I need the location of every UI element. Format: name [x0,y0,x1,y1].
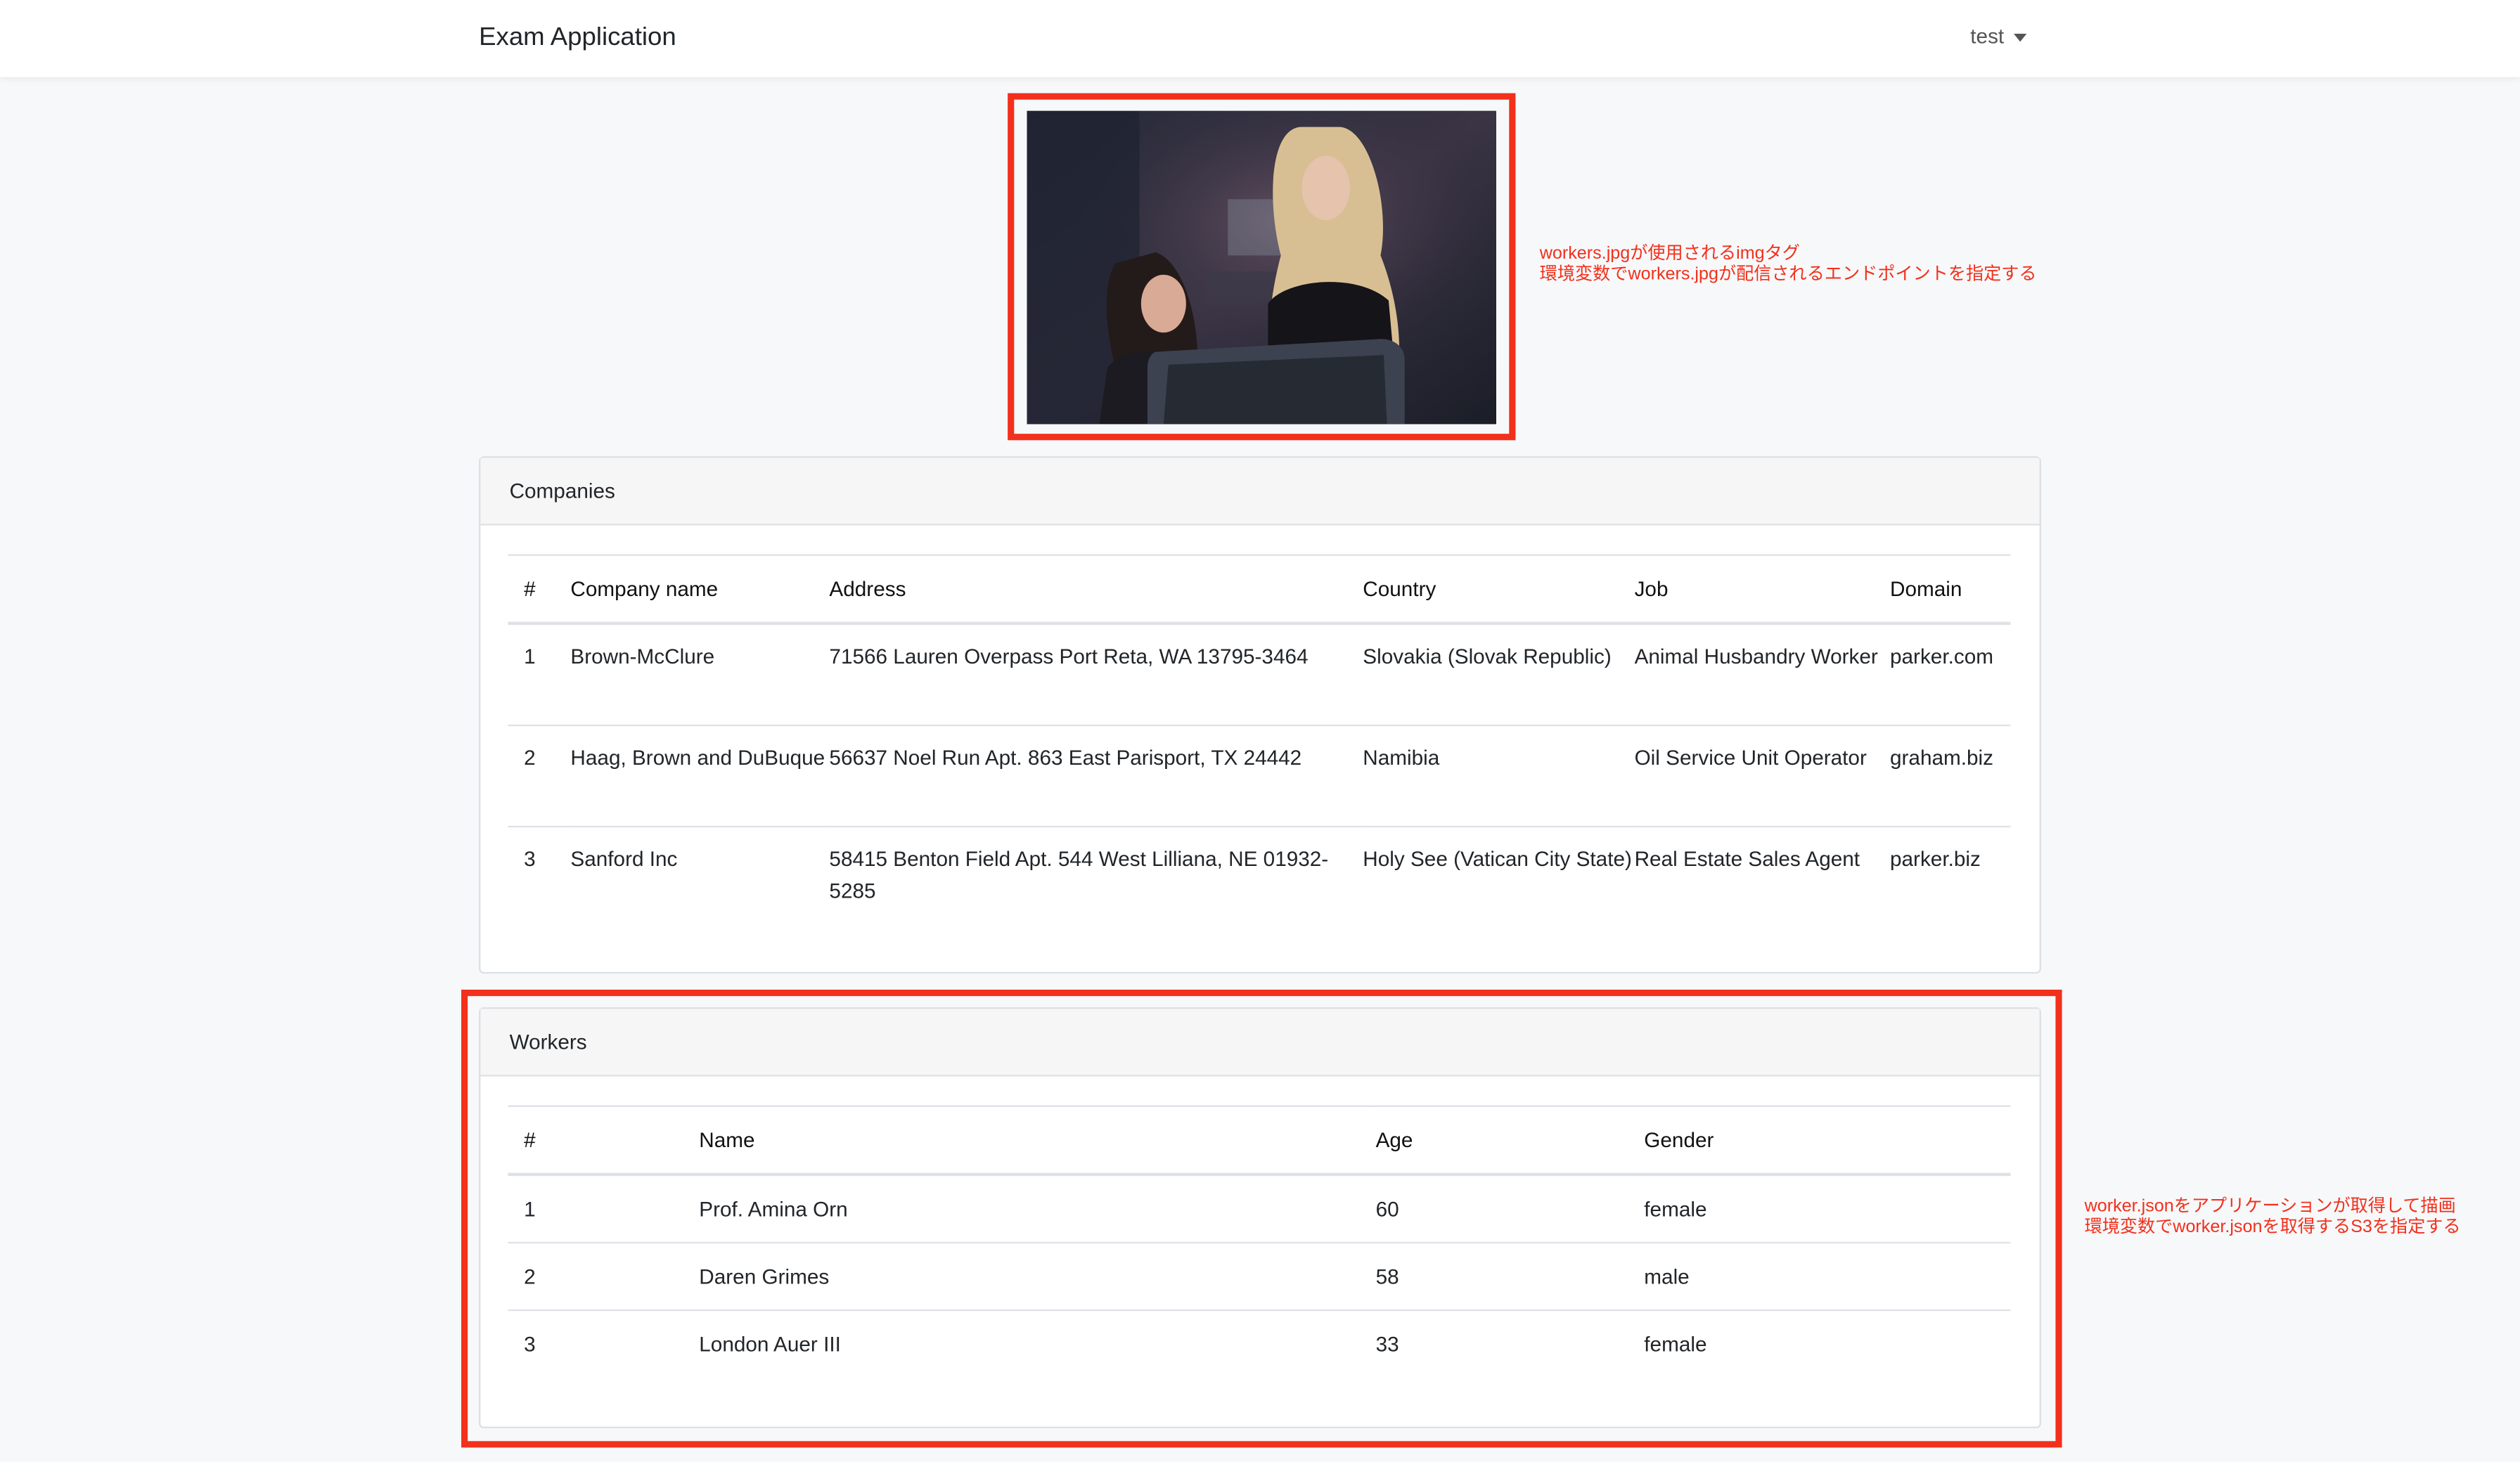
top-navbar: Exam Application test [0,0,2520,77]
user-name: test [1970,24,2005,48]
company-job: Real Estate Sales Agent [1634,825,1890,927]
page: Exam Application test workers.jpgが使用されるi… [0,0,2520,1462]
col-header-gender: Gender [1644,1105,2011,1177]
workers-annotation-line1: worker.jsonをアプリケーションが取得して描画 [2084,1196,2456,1217]
worker-name: Prof. Amina Orn [699,1173,1376,1243]
table-row: 2 Haag, Brown and DuBuque 56637 Noel Run… [508,724,2011,827]
table-row: 1 Prof. Amina Orn 60 female [508,1173,2011,1243]
company-id: 1 [508,622,571,725]
company-domain: parker.com [1889,622,2011,725]
worker-name: Daren Grimes [699,1241,1376,1310]
col-header-index: # [508,1105,700,1177]
col-header-age: Age [1375,1105,1645,1177]
worker-id: 1 [508,1173,700,1243]
col-header-address: Address [829,554,1363,626]
table-row: 3 Sanford Inc 58415 Benton Field Apt. 54… [508,825,2011,927]
table-row: 1 Brown-McClure 71566 Lauren Overpass Po… [508,622,2011,725]
company-domain: parker.biz [1889,825,2011,927]
table-row: 3 London Auer III 33 female [508,1309,2011,1377]
companies-header-row: # Company name Address Country Job Domai… [508,554,2011,626]
caret-down-icon [2013,32,2027,41]
col-header-company-name: Company name [570,554,830,626]
col-header-domain: Domain [1889,554,2011,626]
col-header-job: Job [1634,554,1890,626]
worker-gender: male [1644,1241,2011,1310]
worker-age: 58 [1375,1241,1645,1310]
workers-table: # Name Age Gender 1 Prof. Amina Orn 60 f… [508,1105,2011,1377]
table-row: 2 Daren Grimes 58 male [508,1241,2011,1310]
worker-gender: female [1644,1173,2011,1243]
worker-id: 2 [508,1241,700,1310]
col-header-country: Country [1363,554,1635,626]
workers-annotation-line2: 環境変数でworker.jsonを取得するS3を指定する [2084,1217,2461,1237]
company-address: 56637 Noel Run Apt. 863 East Parisport, … [829,724,1363,827]
company-name: Haag, Brown and DuBuque [570,724,830,827]
companies-card: Companies # Company name Address Country… [479,456,2041,974]
workers-header-row: # Name Age Gender [508,1105,2011,1177]
companies-table: # Company name Address Country Job Domai… [508,554,2011,927]
company-id: 3 [508,825,571,927]
company-address: 71566 Lauren Overpass Port Reta, WA 1379… [829,622,1363,725]
col-header-index: # [508,554,571,626]
col-header-name: Name [699,1105,1376,1177]
worker-age: 60 [1375,1173,1645,1243]
workers-card: Workers # Name Age Gender 1 Prof. Amina … [479,1007,2041,1428]
app-brand[interactable]: Exam Application [479,21,676,56]
workers-photo-illustration [1027,110,1496,425]
hero-annotation-line1: workers.jpgが使用されるimgタグ [1539,244,1800,264]
company-country: Slovakia (Slovak Republic) [1363,622,1635,725]
company-domain: graham.biz [1889,724,2011,827]
hero-annotation-line2: 環境変数でworkers.jpgが配信されるエンドポイントを指定する [1539,265,2037,285]
workers-annotation: worker.jsonをアプリケーションが取得して描画 環境変数でworker.… [2085,1197,2461,1238]
company-address: 58415 Benton Field Apt. 544 West Lillian… [829,825,1363,927]
company-job: Oil Service Unit Operator [1634,724,1890,827]
workers-card-header: Workers [480,1009,2040,1077]
company-country: Holy See (Vatican City State) [1363,825,1635,927]
company-name: Brown-McClure [570,622,830,725]
hero-annotation: workers.jpgが使用されるimgタグ 環境変数でworkers.jpgが… [1540,244,2037,285]
user-dropdown[interactable]: test [1970,24,2027,48]
worker-gender: female [1644,1309,2011,1377]
workers-image [1027,110,1496,425]
company-id: 2 [508,724,571,827]
company-country: Namibia [1363,724,1635,827]
worker-name: London Auer III [699,1309,1376,1377]
worker-id: 3 [508,1309,700,1377]
company-job: Animal Husbandry Worker [1634,622,1890,725]
companies-card-header: Companies [480,458,2040,526]
worker-age: 33 [1375,1309,1645,1377]
company-name: Sanford Inc [570,825,830,927]
